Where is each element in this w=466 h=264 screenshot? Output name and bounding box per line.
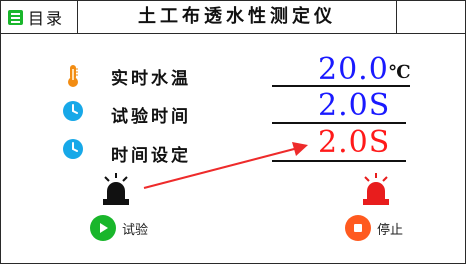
thermometer-icon bbox=[68, 65, 78, 87]
page-title: 土工布透水性测定仪 bbox=[138, 6, 336, 27]
water-temp-label: 实时水温 bbox=[111, 69, 191, 89]
test-button-label: 试验 bbox=[122, 222, 149, 238]
water-temp-value: 20.0 bbox=[318, 52, 389, 87]
menu-label: 目录 bbox=[28, 9, 65, 28]
annotation-arrow bbox=[143, 142, 308, 189]
play-icon bbox=[90, 215, 116, 241]
test-button[interactable]: 试验 bbox=[90, 215, 148, 241]
water-temp-underline bbox=[272, 85, 410, 87]
beacon-on-icon bbox=[363, 173, 389, 205]
beacon-off-icon bbox=[103, 173, 129, 205]
stop-button[interactable]: 停止 bbox=[345, 215, 403, 241]
title-divider bbox=[396, 1, 397, 33]
time-setting-input[interactable]: 2.0S bbox=[318, 125, 390, 160]
test-time-underline bbox=[272, 122, 406, 124]
clock-icon bbox=[63, 101, 83, 121]
stop-icon bbox=[345, 215, 371, 241]
test-time-value: 2.0S bbox=[318, 88, 391, 123]
water-temp-unit: ℃ bbox=[389, 62, 411, 83]
menu-button[interactable]: 目录 bbox=[1, 1, 78, 33]
test-time-label: 试验时间 bbox=[111, 107, 191, 127]
list-icon bbox=[8, 9, 23, 25]
clock-icon bbox=[63, 139, 83, 159]
stop-button-label: 停止 bbox=[377, 222, 404, 238]
title-bar: 目录 土工布透水性测定仪 bbox=[1, 1, 465, 34]
